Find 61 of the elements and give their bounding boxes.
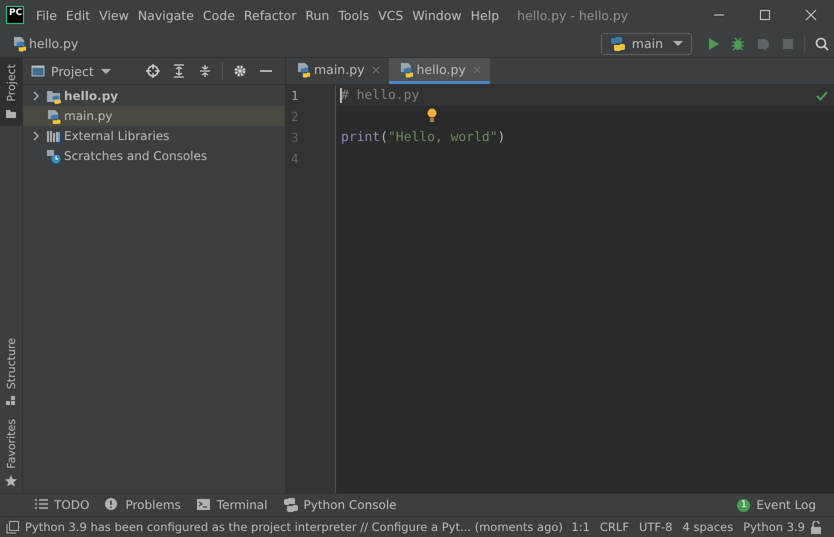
panel-title-dropdown[interactable]: Project [51,64,111,78]
terminal-icon [196,498,211,512]
code-line: # hello.py [341,88,420,103]
tool-window-button[interactable]: Python Console [278,494,407,516]
status-item[interactable]: UTF-8 [634,520,678,534]
editor-tab[interactable]: main.py [286,58,389,84]
event-log-button[interactable]: 1 Event Log [731,494,826,516]
panel-toggle-icon[interactable] [6,520,19,534]
tool-window-tab[interactable]: Structure [0,332,22,414]
notification-count: 1 [737,498,750,512]
menu-item[interactable]: Navigate [134,8,198,22]
editor-tab[interactable]: hello.py [388,58,490,84]
lock-icon[interactable] [810,520,822,534]
library-icon [46,128,61,144]
tool-window-tab[interactable]: Project [0,58,22,126]
status-item[interactable]: Python 3.9 [738,520,810,534]
text-cursor [340,88,342,103]
menu-item[interactable]: Refactor [240,8,300,22]
python-folder-icon [46,88,61,104]
python-logo-icon [284,498,298,512]
code-line: print("Hello, world") [341,130,506,145]
tree-item[interactable]: Scratches and Consoles [23,146,285,166]
menu-item[interactable]: View [95,8,133,22]
check-icon [816,90,828,102]
python-file-icon [12,36,26,52]
status-item[interactable]: CRLF [594,520,634,534]
status-item[interactable]: 1:1 [566,520,595,534]
structure-icon [5,395,17,408]
run-config-dropdown[interactable]: main [600,32,692,54]
tree-item[interactable]: hello.py [23,86,285,106]
menu-item[interactable]: File [32,8,61,22]
app-logo: PC [6,6,24,24]
menu-item[interactable]: Window [408,8,466,22]
scratch-console-icon [46,148,61,164]
menu-item[interactable]: Edit [62,8,94,22]
python-file-icon [398,62,413,78]
menu-item[interactable]: VCS [374,8,408,22]
list-icon [34,498,48,512]
tool-window-button[interactable]: TODO [28,494,100,516]
folder-icon [5,108,17,120]
tree-item[interactable]: main.py [23,106,285,126]
exclamation-icon [105,498,120,512]
breadcrumb[interactable]: hello.py [29,36,78,51]
python-file-icon [46,108,61,124]
menu-item[interactable]: Help [466,8,504,22]
star-icon [5,475,17,487]
tool-window-tab[interactable]: Favorites [0,413,22,493]
tool-window-button[interactable]: Terminal [190,494,278,516]
menu-item[interactable]: Run [301,8,334,22]
python-logo-icon [610,36,626,52]
menu-item[interactable]: Tools [334,8,374,22]
status-message[interactable]: Python 3.9 has been configured as the project interpreter // Configure a Pyt... (moments ago) [25,520,563,534]
window-title: hello.py - hello.py [517,8,630,22]
window-icon [31,65,45,77]
menu-item[interactable]: Code [198,8,239,22]
tool-window-button[interactable]: Problems [99,494,191,516]
python-file-icon [296,62,310,78]
lightbulb-icon[interactable] [427,108,437,122]
tree-item[interactable]: External Libraries [23,126,285,146]
status-item[interactable]: 4 spaces [677,520,738,534]
line-number: 1 [290,87,300,105]
